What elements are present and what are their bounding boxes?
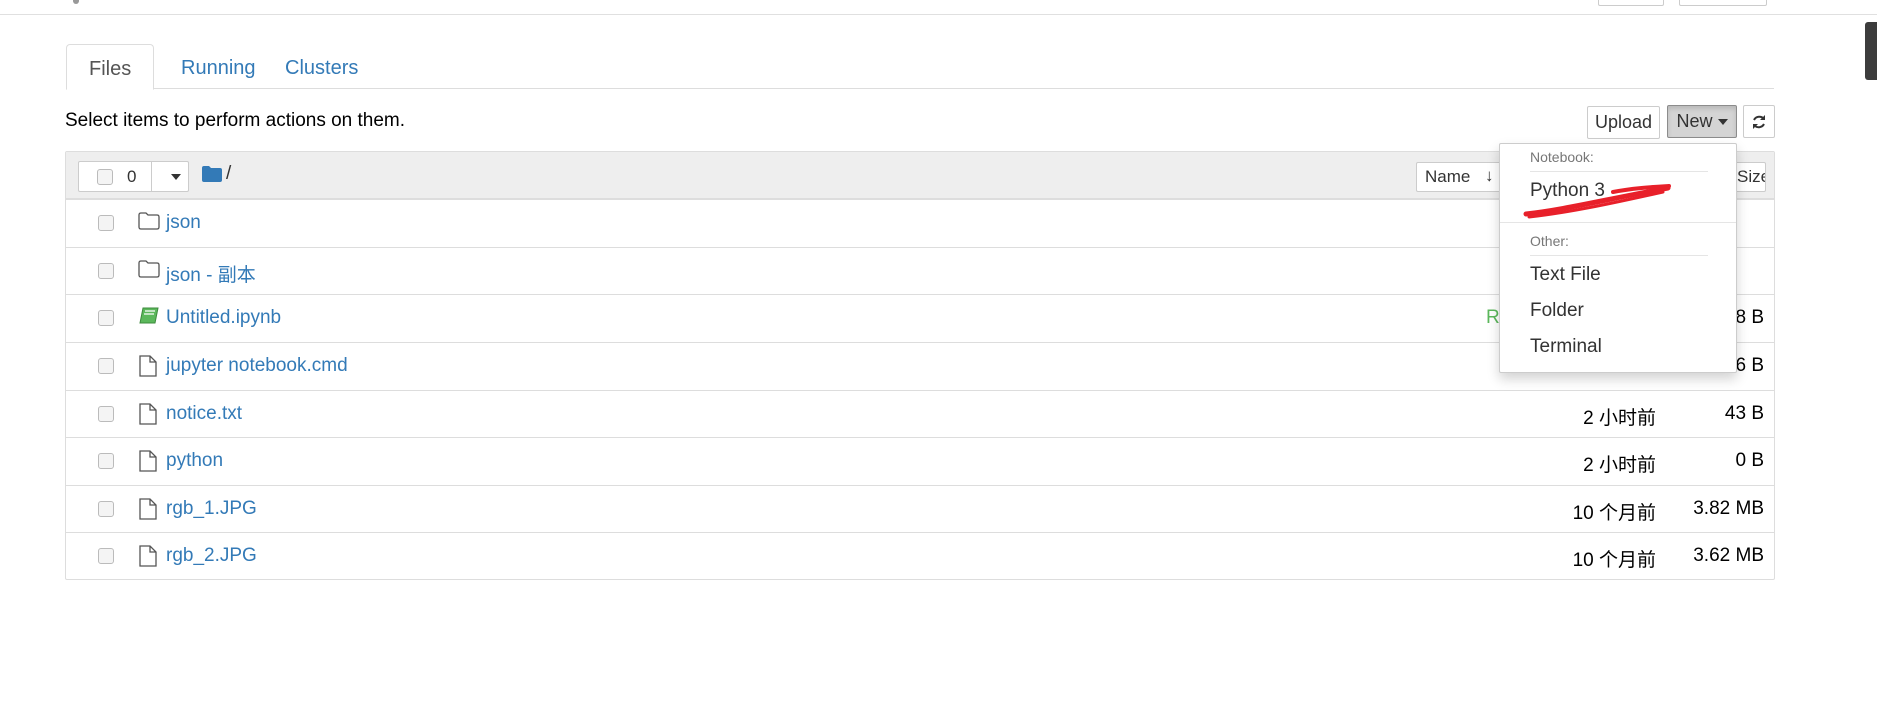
tab-files[interactable]: Files [66, 44, 155, 90]
scrollbar-thumb[interactable] [1865, 22, 1877, 80]
file-size: 3.82 MB [1693, 498, 1764, 519]
file-name-link[interactable]: notice.txt [166, 403, 242, 425]
modified-time: 10 个月前 [1572, 503, 1656, 524]
file-name-link[interactable]: json - 副本 [166, 260, 256, 287]
select-all-control[interactable]: 0 [78, 161, 189, 192]
list-item[interactable]: python 2 小时前 0 B [66, 437, 1774, 485]
header-button[interactable] [1598, 0, 1664, 6]
modified-time: 2 小时前 [1583, 455, 1656, 476]
row-checkbox[interactable] [98, 310, 114, 326]
file-icon [139, 498, 157, 520]
chevron-down-icon [1717, 118, 1728, 125]
refresh-icon [1753, 114, 1765, 129]
red-annotation-mark [1523, 184, 1671, 219]
new-button-label: New [1676, 111, 1713, 131]
file-name-link[interactable]: rgb_1.JPG [166, 498, 257, 520]
new-folder-item[interactable]: Folder [1530, 300, 1584, 322]
file-icon [139, 450, 157, 472]
sort-by-name-button[interactable]: Name ↓ [1416, 162, 1509, 192]
divider [1500, 222, 1736, 223]
selection-hint: Select items to perform actions on them. [65, 110, 406, 131]
file-name-link[interactable]: Untitled.ipynb [166, 307, 281, 329]
sort-by-size-label: Size [1737, 167, 1765, 186]
folder-icon [138, 260, 160, 278]
logout-button[interactable] [1679, 0, 1767, 6]
header-bar [0, 0, 1877, 15]
row-checkbox[interactable] [98, 501, 114, 517]
row-checkbox[interactable] [98, 263, 114, 279]
file-size: 43 B [1724, 403, 1764, 424]
row-checkbox[interactable] [98, 453, 114, 469]
divider [1530, 171, 1708, 172]
file-name-link[interactable]: rgb_2.JPG [166, 545, 257, 567]
file-icon [139, 403, 157, 425]
list-item[interactable]: rgb_2.JPG 10 个月前 3.62 MB [66, 532, 1774, 580]
file-size: 8 B [1735, 307, 1764, 328]
file-icon [139, 545, 157, 567]
list-item[interactable]: rgb_1.JPG 10 个月前 3.82 MB [66, 485, 1774, 533]
row-checkbox[interactable] [98, 215, 114, 231]
select-all-checkbox[interactable] [97, 169, 113, 185]
row-checkbox[interactable] [98, 406, 114, 422]
row-checkbox[interactable] [98, 358, 114, 374]
list-item[interactable]: notice.txt 2 小时前 43 B [66, 390, 1774, 438]
file-name-link[interactable]: json [166, 212, 201, 234]
file-size: 3.62 MB [1693, 545, 1764, 566]
selected-count: 0 [127, 167, 137, 186]
sort-by-name-label: Name [1425, 167, 1471, 186]
new-text-file-item[interactable]: Text File [1530, 264, 1601, 286]
arrow-down-icon: ↓ [1485, 166, 1494, 185]
notebook-section-header: Notebook: [1530, 149, 1594, 165]
file-size: 6 B [1735, 355, 1764, 376]
breadcrumb-root[interactable]: / [226, 163, 231, 185]
new-terminal-item[interactable]: Terminal [1530, 336, 1602, 358]
row-checkbox[interactable] [98, 548, 114, 564]
notebook-icon [139, 307, 159, 324]
modified-time: 2 小时前 [1583, 408, 1656, 429]
folder-icon [138, 212, 160, 230]
modified-time: 10 个月前 [1572, 550, 1656, 571]
divider [151, 162, 152, 191]
file-size: 0 B [1735, 450, 1764, 471]
tab-bar: Files Running Clusters [66, 44, 1774, 90]
folder-icon[interactable] [202, 166, 222, 182]
jupyter-logo [73, 0, 79, 4]
chevron-down-icon[interactable] [171, 174, 181, 180]
file-icon [139, 355, 157, 377]
new-dropdown-menu: Notebook: Python 3 Other: Text File Fold… [1499, 143, 1737, 373]
refresh-button[interactable] [1743, 105, 1775, 138]
upload-button[interactable]: Upload [1587, 106, 1660, 139]
other-section-header: Other: [1530, 233, 1569, 249]
new-button[interactable]: New [1667, 105, 1737, 138]
divider [1530, 255, 1708, 256]
file-name-link[interactable]: python [166, 450, 223, 472]
tab-running[interactable]: Running [159, 44, 278, 89]
running-indicator: R [1486, 307, 1500, 328]
tab-clusters[interactable]: Clusters [263, 44, 380, 89]
file-name-link[interactable]: jupyter notebook.cmd [166, 355, 348, 377]
